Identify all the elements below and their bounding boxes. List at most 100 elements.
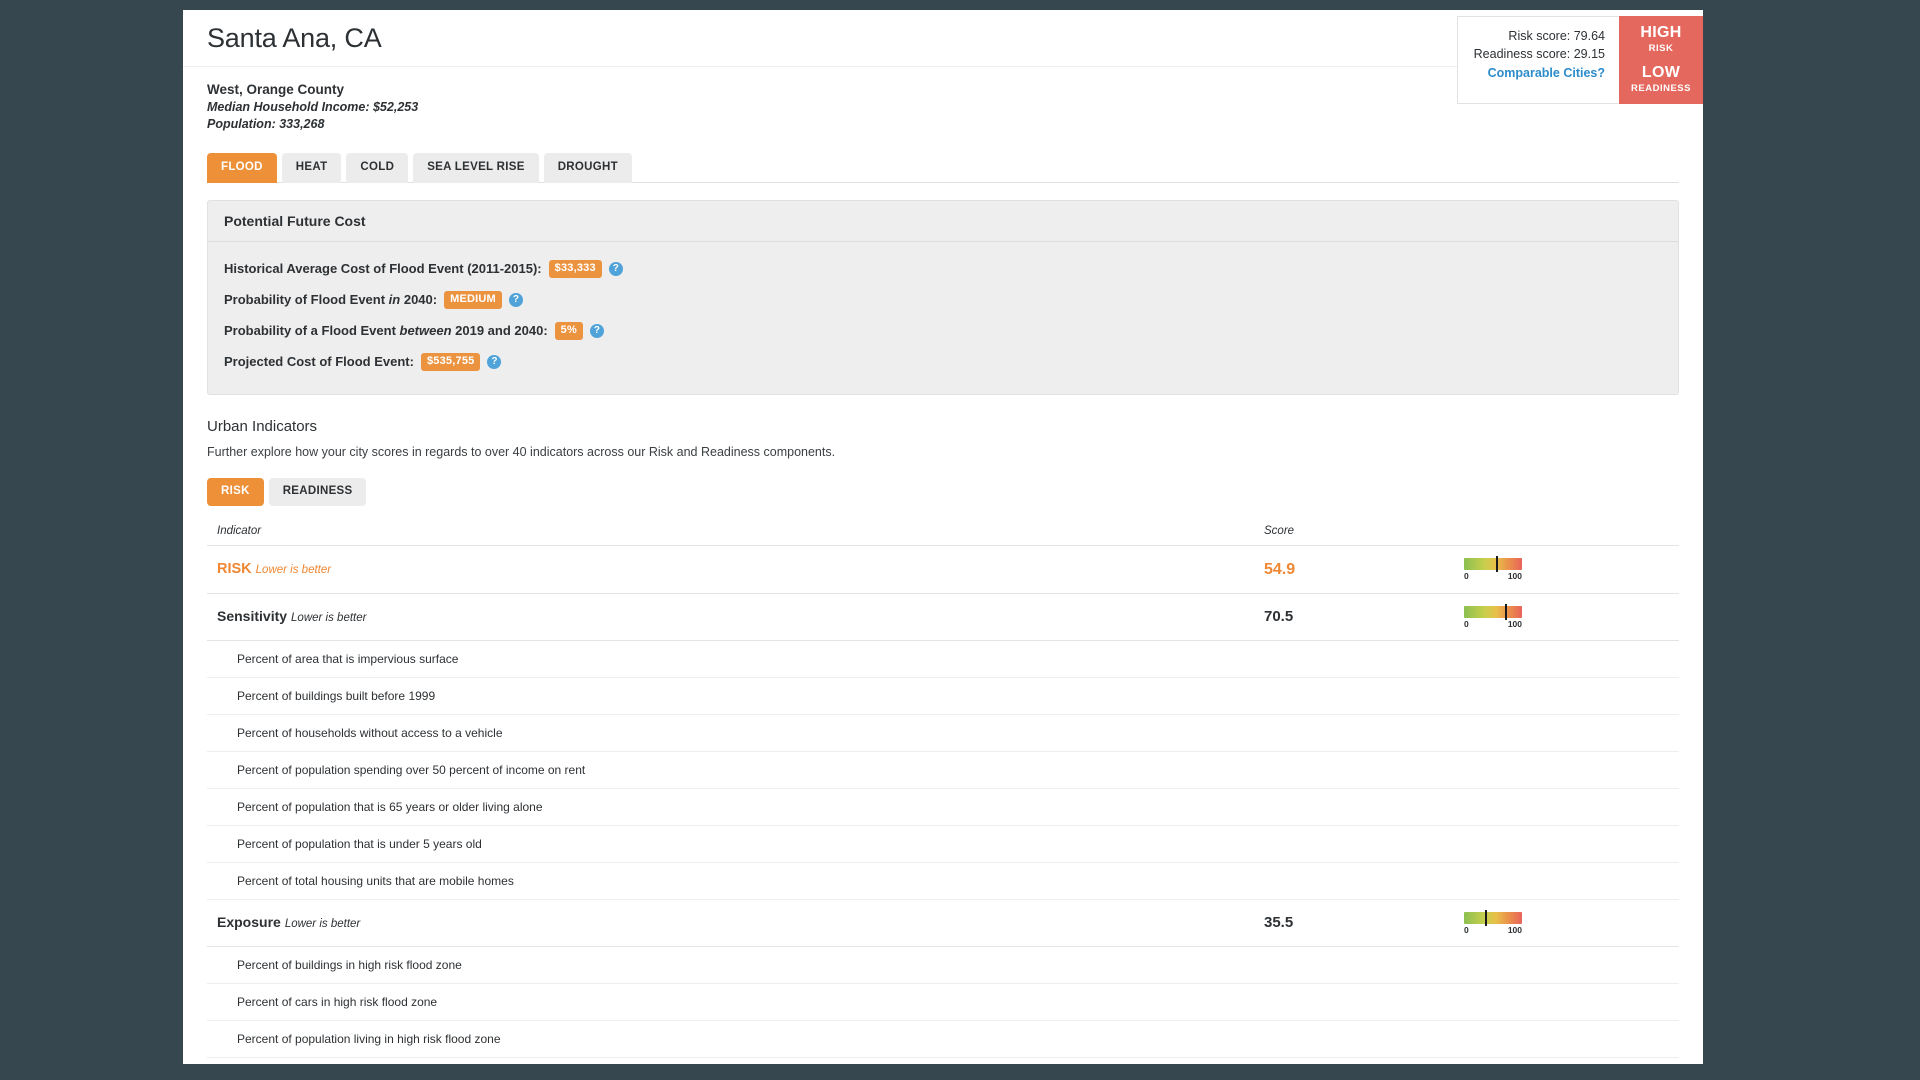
urban-indicators-title: Urban Indicators [207,417,318,435]
risk-level-value: HIGH [1640,24,1682,41]
gauge-bar [1464,556,1522,573]
cost-label-text-post: 2040: [400,292,438,308]
indicator-row[interactable]: Percent of population living in high ris… [207,1020,1679,1058]
comparable-cities-link[interactable]: Comparable Cities? [1488,66,1605,80]
cost-label-emphasis: between [399,323,452,339]
indicator-gauge-cell [1464,983,1679,1021]
indicator-gauge-cell [1464,640,1679,678]
hazard-tab-cold[interactable]: COLD [346,153,409,183]
score-gauge: 0 100 [1464,556,1522,581]
potential-future-cost-section: Potential Future Cost Historical Average… [183,184,1703,395]
indicator-label: Percent of total housing units that are … [237,873,514,888]
gauge-axis-labels: 0 100 [1464,926,1522,935]
indicator-row[interactable]: Percent of households without access to … [207,714,1679,752]
help-icon[interactable]: ? [508,292,523,307]
urban-indicator-tab-risk[interactable]: RISK [207,477,264,507]
indicator-score-cell [1264,1020,1464,1058]
gauge-axis-labels: 0 100 [1464,572,1522,581]
indicator-name-cell: Percent of households without access to … [207,714,1264,752]
indicator-score-cell [1264,983,1464,1021]
gauge-axis-labels: 0 100 [1464,620,1522,629]
urban-indicator-tab-readiness[interactable]: READINESS [268,477,367,507]
indicator-group-gauge-cell: 0100 [1464,593,1679,641]
indicator-table-header-row: Indicator Score [207,525,1679,547]
indicator-name-cell: Percent of population that is under 5 ye… [207,825,1264,863]
indicator-group-name-cell: Adaptive CapacityHigher is better [207,1057,1264,1064]
gauge-bar [1464,603,1522,620]
indicator-name-cell: Percent of population spending over 50 p… [207,751,1264,789]
cost-label-text: Projected Cost of Flood Event: [224,354,414,370]
cost-row: Probability of a Flood Event between 201… [224,316,1662,347]
indicator-label: Percent of households without access to … [237,725,503,740]
cost-row-label: Probability of Flood Event in 2040: [224,292,437,308]
help-icon[interactable]: ? [608,261,623,276]
indicator-row[interactable]: Percent of total housing units that are … [207,862,1679,900]
indicator-row[interactable]: Percent of population that is under 5 ye… [207,825,1679,863]
indicator-gauge-cell [1464,862,1679,900]
indicator-gauge-cell [1464,946,1679,984]
indicator-score-cell [1264,788,1464,826]
indicator-label: Percent of buildings in high risk flood … [237,957,462,972]
indicator-group-row[interactable]: Exposure Lower is better 35.5 0 100 [207,899,1679,947]
indicator-gauge-cell [1464,1020,1679,1058]
indicator-label: Percent of area that is impervious surfa… [237,651,459,666]
indicator-group-score: 54.9 [1264,545,1464,594]
column-header-score: Score [1264,525,1464,547]
cost-rows-container: Historical Average Cost of Flood Event (… [208,240,1678,394]
indicator-table: Indicator Score RISK Lower is better 54.9 0… [207,525,1679,1064]
indicator-group-row[interactable]: Sensitivity Lower is better 70.5 0 100 [207,593,1679,641]
indicator-name-cell: Percent of population living in high ris… [207,1020,1264,1058]
indicator-score-cell [1264,946,1464,984]
indicator-gauge-cell [1464,714,1679,752]
city-population: Population: 333,268 [207,117,325,132]
city-header: Santa Ana, CA Risk score: 79.64 Readines… [183,10,1703,105]
indicator-row[interactable]: Percent of population spending over 50 p… [207,751,1679,789]
indicator-label: Percent of population living in high ris… [237,1031,501,1046]
readiness-level-label: READINESS [1631,82,1691,94]
indicator-name-cell: Percent of cars in high risk flood zone [207,983,1264,1021]
help-icon[interactable]: ? [487,354,502,369]
indicator-row[interactable]: Percent of area that is impervious surfa… [207,640,1679,678]
hazard-tab-sea-level-rise[interactable]: SEA LEVEL RISE [413,153,539,183]
indicator-label: Percent of cars in high risk flood zone [237,994,438,1009]
gauge-max-label: 100 [1507,571,1522,582]
indicator-group-label: Sensitivity [217,607,288,624]
cost-label-text: Historical Average Cost of Flood Event (… [224,261,542,277]
column-header-indicator: Indicator [207,525,1264,547]
risk-level-label: RISK [1648,42,1674,54]
gauge-min-label: 0 [1464,571,1469,582]
cost-label-text-post: 2019 and 2040: [451,323,548,339]
help-icon[interactable]: ? [589,323,604,338]
potential-future-cost-panel: Potential Future Cost Historical Average… [207,199,1679,395]
cost-label-text: Probability of a Flood Event [224,323,400,339]
indicator-row[interactable]: Percent of population that is 65 years o… [207,788,1679,826]
hazard-tab-drought[interactable]: DROUGHT [543,153,632,183]
indicator-row[interactable]: Percent of cars in high risk flood zone [207,983,1679,1021]
hazard-tab-flood[interactable]: FLOOD [207,153,277,183]
cost-row: Historical Average Cost of Flood Event (… [224,254,1662,285]
indicator-row[interactable]: Percent of buildings built before 1999 [207,677,1679,715]
indicator-group-gauge-cell: 0100 [1464,1057,1679,1064]
indicator-gauge-cell [1464,677,1679,715]
score-summary-panel: Risk score: 79.64 Readiness score: 29.15… [1456,16,1703,105]
readiness-score-text: Readiness score: 29.15 [1473,47,1605,62]
cost-value-badge: $33,333 [548,259,602,278]
gauge-max-label: 100 [1507,924,1522,935]
indicator-name-cell: Percent of area that is impervious surfa… [207,640,1264,678]
rating-badge-box: HIGH RISK LOW READINESS [1619,16,1703,105]
indicator-group-label: RISK [217,561,252,578]
indicator-group-label: Exposure [217,913,281,930]
gauge-min-label: 0 [1464,924,1469,935]
risk-score-text: Risk score: 79.64 [1508,29,1605,43]
indicator-name-cell: Percent of population that is 65 years o… [207,788,1264,826]
gauge-bar [1464,909,1522,926]
indicator-label: Percent of buildings built before 1999 [237,688,436,703]
indicator-name-cell: Percent of buildings in high risk flood … [207,946,1264,984]
hazard-tab-heat[interactable]: HEAT [281,153,342,183]
cost-row-label: Probability of a Flood Event between 201… [224,323,548,339]
indicator-gauge-cell [1464,751,1679,789]
indicator-row[interactable]: Percent of buildings in high risk flood … [207,946,1679,984]
indicator-group-row[interactable]: RISK Lower is better 54.9 0 100 [207,545,1679,594]
cost-value-badge: MEDIUM [444,290,502,309]
indicator-group-row[interactable]: Adaptive CapacityHigher is better21.9010… [207,1057,1679,1064]
